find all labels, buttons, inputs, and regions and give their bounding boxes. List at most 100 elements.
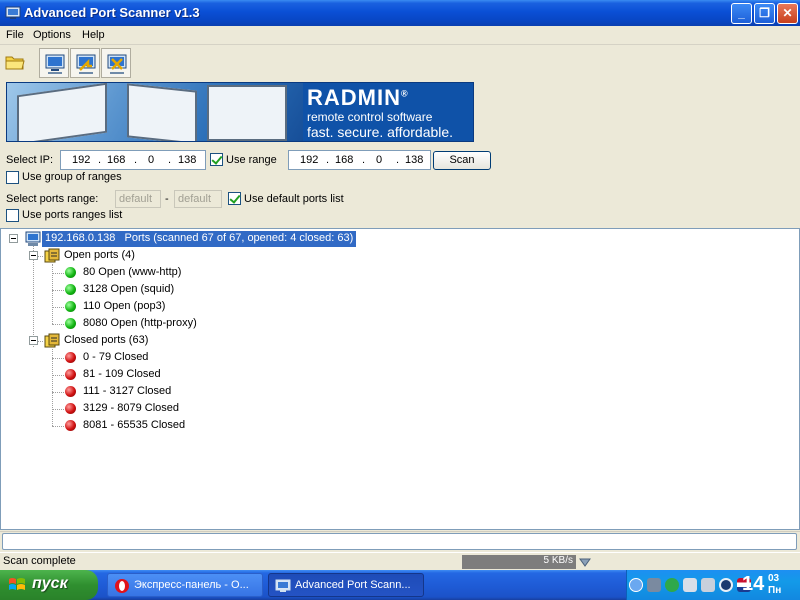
start-label: пуск [32,575,68,592]
progress-bar [2,533,797,550]
use-range-checkbox[interactable] [210,153,223,166]
minimize-button[interactable]: _ [731,3,752,24]
ip-end-octet-2: 168 [335,154,354,166]
close-button[interactable]: ✕ [777,3,798,24]
start-button[interactable]: пуск [0,570,98,600]
open-ports-expander[interactable] [29,251,38,260]
closed-port-item[interactable]: 111 - 3127 Closed [83,385,171,401]
use-ports-ranges-checkbox[interactable] [6,209,19,222]
banner-tagline: remote control software [307,110,433,124]
ip-end-input[interactable]: 192 . 168 . 0 . 138 [288,150,431,170]
toolbar [0,46,800,80]
ip-start-octet-2: 168 [107,154,126,166]
menu-bar: File Options Help [0,26,800,45]
disconnect-button[interactable] [101,48,131,78]
closed-port-icon [65,369,76,380]
closed-ports-expander[interactable] [29,336,38,345]
computer-connect-icon [76,54,96,74]
title-bar[interactable]: Advanced Port Scanner v1.3 _ ❐ ✕ [0,0,800,26]
port-scanner-icon [275,579,291,592]
network-icon[interactable] [647,578,661,592]
ip-start-input[interactable]: 192 . 168 . 0 . 138 [60,150,206,170]
folder-icon [5,56,25,70]
open-ports-group[interactable]: Open ports (4) [64,249,135,265]
open-port-icon [65,301,76,312]
app-icon [5,6,21,19]
open-port-icon [65,284,76,295]
port-range-separator: - [165,193,169,205]
window-title: Advanced Port Scanner v1.3 [24,5,200,20]
ip-start-octet-1: 192 [72,154,91,166]
banner-image [7,83,303,141]
clock-minute: 03 [768,573,780,584]
ip-start-octet-4: 138 [178,154,197,166]
connect-button[interactable] [70,48,100,78]
closed-port-icon [65,386,76,397]
menu-file[interactable]: File [6,29,24,41]
progress-area [0,531,800,551]
clock[interactable]: 14 03 Пн [742,573,781,596]
ip-start-octet-3: 0 [148,154,155,166]
port-from-input[interactable]: default [115,190,161,208]
ip-end-octet-1: 192 [300,154,319,166]
scan-computer-button[interactable] [39,48,69,78]
open-port-item[interactable]: 8080 Open (http-proxy) [83,317,197,333]
taskbar: пуск Экспресс-панель - О... Advanced Por… [0,570,800,600]
status-bar: Scan complete 5 KB/s [0,552,800,570]
taskbar-port-scanner-label: Advanced Port Scann... [295,579,411,591]
open-folder-button[interactable] [2,50,26,74]
media-icon[interactable] [719,578,733,592]
use-group-checkbox[interactable] [6,171,19,184]
closed-ports-group[interactable]: Closed ports (63) [64,334,148,350]
use-range-label: Use range [226,154,277,166]
select-ip-label: Select IP: [6,154,54,166]
clock-day: Пн [768,585,782,596]
closed-port-item[interactable]: 8081 - 65535 Closed [83,419,185,435]
windows-logo-icon [9,578,25,590]
closed-port-icon [65,352,76,363]
maximize-button[interactable]: ❐ [754,3,775,24]
use-ports-ranges-label: Use ports ranges list [22,209,123,221]
ip-end-octet-4: 138 [405,154,424,166]
use-group-label: Use group of ranges [22,171,122,183]
host-node[interactable]: 192.168.0.138 Ports (scanned 67 of 67, o… [42,231,357,247]
banner-slogan: fast. secure. affordable. [307,124,454,140]
volume-icon[interactable] [701,578,715,592]
speed-dropdown-icon[interactable] [578,555,592,569]
tray-collapse-icon[interactable] [629,578,643,592]
use-default-ports-checkbox[interactable] [228,192,241,205]
ports-group-icon [44,333,60,348]
host-ip: 192.168.0.138 [45,232,116,244]
status-text: Scan complete [3,555,76,567]
open-port-item[interactable]: 110 Open (pop3) [83,300,165,316]
open-port-item[interactable]: 3128 Open (squid) [83,283,174,299]
host-expander[interactable] [9,234,18,243]
closed-port-item[interactable]: 3129 - 8079 Closed [83,402,179,418]
computer-remove-icon [107,54,127,74]
banner-brand: RADMIN® [307,85,409,110]
computer-icon [25,231,41,246]
computer-icon [45,54,65,74]
ports-group-icon [44,248,60,263]
radmin-banner[interactable]: RADMIN® remote control software fast. se… [6,82,474,142]
open-port-item[interactable]: 80 Open (www-http) [83,266,181,282]
port-to-input[interactable]: default [174,190,222,208]
closed-port-item[interactable]: 0 - 79 Closed [83,351,148,367]
open-port-icon [65,318,76,329]
taskbar-port-scanner[interactable]: Advanced Port Scann... [268,573,424,597]
closed-port-icon [65,420,76,431]
display-icon[interactable] [683,578,697,592]
ports-range-label: Select ports range: [6,193,99,205]
shield-icon[interactable] [665,578,679,592]
taskbar-opera[interactable]: Экспресс-панель - О... [107,573,263,597]
closed-port-item[interactable]: 81 - 109 Closed [83,368,161,384]
menu-help[interactable]: Help [82,29,105,41]
menu-options[interactable]: Options [33,29,71,41]
opera-icon [115,579,129,593]
clock-hour: 14 [742,573,765,595]
speed-indicator: 5 KB/s [462,555,576,569]
ip-end-octet-3: 0 [376,154,383,166]
scan-button[interactable]: Scan [433,151,491,170]
results-tree[interactable]: 192.168.0.138 Ports (scanned 67 of 67, o… [0,228,800,530]
host-summary: Ports (scanned 67 of 67, opened: 4 close… [124,232,354,244]
